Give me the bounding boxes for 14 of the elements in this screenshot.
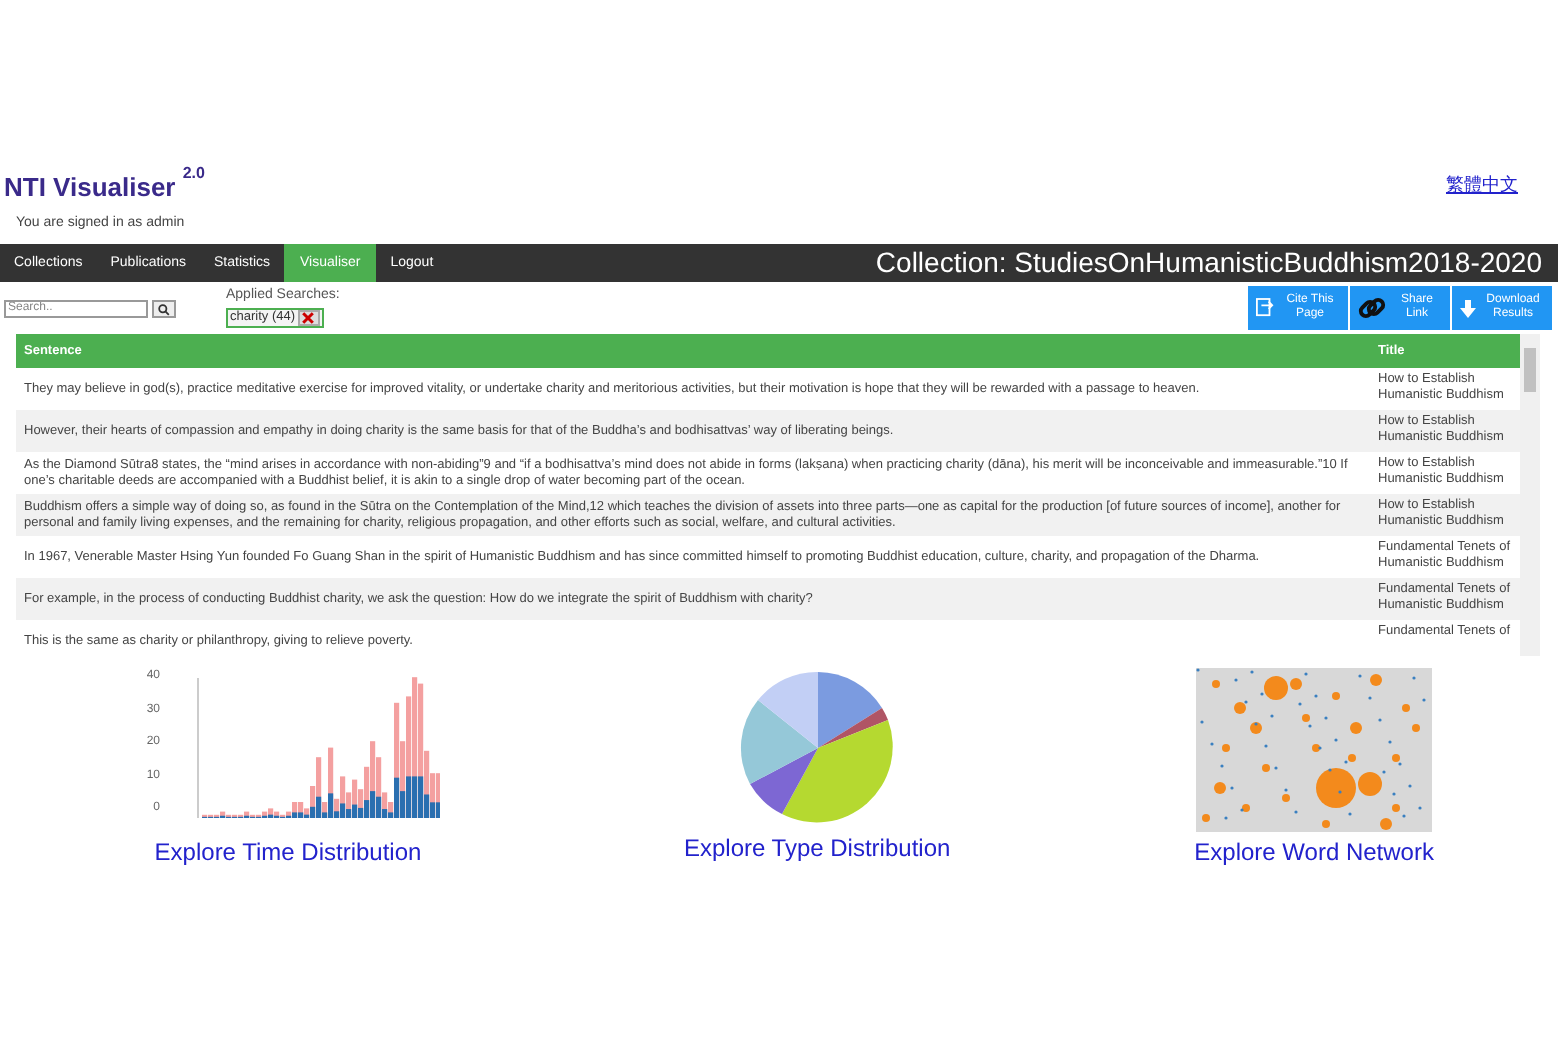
- close-icon: [302, 311, 315, 323]
- language-link[interactable]: 繁體中文: [1446, 172, 1518, 199]
- search-button[interactable]: [152, 300, 176, 318]
- link-icon: [1358, 294, 1386, 322]
- app-title: NTI Visualiser $^{2.0}$: [4, 168, 205, 206]
- scrollbar[interactable]: [1520, 334, 1540, 656]
- collection-title: Collection: StudiesOnHumanisticBuddhism2018-2020: [875, 244, 1542, 282]
- explore-link[interactable]: Explore Time Distribution: [154, 838, 422, 866]
- document-icon: [1256, 298, 1274, 318]
- remove-button[interactable]: [297, 309, 320, 325]
- explore-link[interactable]: Explore Type Distribution: [683, 834, 951, 862]
- download-icon: [1460, 299, 1476, 317]
- search-icon: [158, 303, 170, 315]
- explore-link[interactable]: Explore Word Network: [1194, 838, 1434, 866]
